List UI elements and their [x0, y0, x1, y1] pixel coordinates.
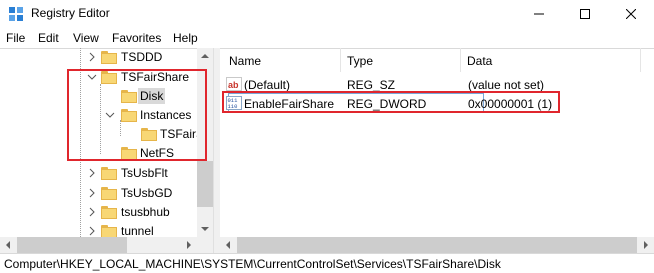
- menu-favorites[interactable]: Favorites: [112, 31, 161, 45]
- scroll-left-icon[interactable]: [224, 241, 232, 249]
- tree-item-tsusbflt[interactable]: TsUsbFlt: [119, 165, 170, 181]
- chevron-right-icon[interactable]: [87, 52, 97, 62]
- maximize-button[interactable]: [562, 0, 608, 28]
- chevron-right-icon[interactable]: [87, 226, 97, 236]
- folder-icon: [101, 51, 117, 64]
- scroll-up-icon[interactable]: [201, 52, 209, 60]
- close-icon: [626, 9, 636, 19]
- status-bar: Computer\HKEY_LOCAL_MACHINE\SYSTEM\Curre…: [0, 253, 654, 273]
- chevron-right-icon[interactable]: [87, 188, 97, 198]
- maximize-icon: [580, 9, 590, 19]
- registry-path: Computer\HKEY_LOCAL_MACHINE\SYSTEM\Curre…: [4, 257, 501, 271]
- tree-item-tsddd[interactable]: TSDDD: [119, 49, 164, 65]
- value-data: (value not set): [468, 78, 545, 92]
- column-header-data[interactable]: Data: [467, 54, 492, 68]
- minimize-icon: [534, 13, 544, 15]
- svg-text:ab: ab: [228, 80, 239, 90]
- column-header-name[interactable]: Name: [229, 54, 261, 68]
- menu-edit[interactable]: Edit: [38, 31, 59, 45]
- column-divider[interactable]: [640, 48, 641, 72]
- column-header-type[interactable]: Type: [347, 54, 373, 68]
- string-value-icon: ab: [226, 77, 242, 91]
- scroll-down-icon[interactable]: [201, 225, 209, 233]
- menu-file[interactable]: File: [6, 31, 25, 45]
- tree-item-tunnel[interactable]: tunnel: [119, 223, 156, 237]
- chevron-right-icon[interactable]: [87, 168, 97, 178]
- column-divider[interactable]: [340, 48, 341, 72]
- scrollbar-thumb[interactable]: [17, 237, 127, 253]
- window-title: Registry Editor: [31, 6, 110, 20]
- values-list[interactable]: Name Type Data: [220, 48, 654, 237]
- minimize-button[interactable]: [516, 0, 562, 28]
- close-button[interactable]: [608, 0, 654, 28]
- folder-icon: [101, 225, 117, 237]
- chevron-right-icon[interactable]: [87, 207, 97, 217]
- menu-bar: File Edit View Favorites Help: [0, 28, 654, 48]
- list-horizontal-scrollbar[interactable]: [220, 237, 654, 253]
- scroll-right-icon[interactable]: [642, 241, 650, 249]
- scrollbar-thumb[interactable]: [237, 237, 637, 253]
- folder-icon: [101, 187, 117, 200]
- value-name[interactable]: (Default): [244, 78, 290, 92]
- column-divider[interactable]: [460, 48, 461, 72]
- tree-item-tsusbhub[interactable]: tsusbhub: [119, 204, 172, 220]
- folder-icon: [101, 206, 117, 219]
- folder-icon: [101, 167, 117, 180]
- tree-horizontal-scrollbar[interactable]: [0, 237, 213, 253]
- menu-help[interactable]: Help: [173, 31, 198, 45]
- scroll-left-icon[interactable]: [4, 241, 12, 249]
- title-bar: Registry Editor: [0, 0, 654, 28]
- scrollbar-thumb[interactable]: [197, 161, 213, 207]
- pane-splitter[interactable]: [213, 48, 220, 253]
- menu-view[interactable]: View: [73, 31, 99, 45]
- registry-editor-icon: [9, 7, 23, 21]
- value-type: REG_SZ: [347, 78, 396, 92]
- tree-item-tsusbgd[interactable]: TsUsbGD: [119, 185, 174, 201]
- highlight-box-tree: [67, 69, 207, 161]
- scroll-right-icon[interactable]: [185, 241, 193, 249]
- highlight-box-value: [222, 91, 560, 113]
